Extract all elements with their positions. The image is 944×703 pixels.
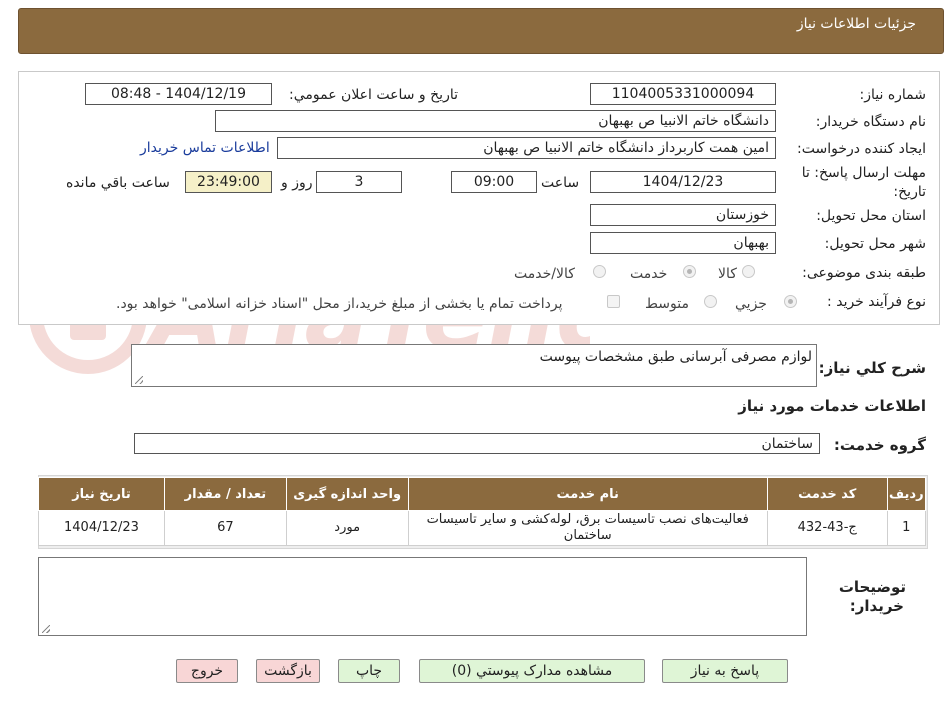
category-radio-both[interactable] xyxy=(593,265,606,278)
col-unit: واحد اندازه گيری xyxy=(285,477,409,511)
buyer-contact-link[interactable]: اطلاعات تماس خريدار xyxy=(140,140,270,156)
need-number-label: شماره نیاز: xyxy=(859,87,927,103)
remaining-time-field: 23:49:00 xyxy=(185,171,272,193)
creator-label: ايجاد کننده درخواست: xyxy=(797,141,926,157)
exit-button[interactable]: خروج xyxy=(176,659,238,683)
days-field: 3 xyxy=(316,171,402,193)
cell-name: فعالیت‌های نصب تاسیسات برق، لوله‌کشی و س… xyxy=(407,510,768,546)
buyer-org-label: نام دستگاه خريدار: xyxy=(815,114,926,130)
deadline-label-date: تاريخ: xyxy=(893,184,926,200)
services-table: رديف کد خدمت نام خدمت واحد اندازه گيری ت… xyxy=(38,477,927,546)
process-option-small: جزيي xyxy=(735,296,767,312)
buyer-notes-label-2: خريدار: xyxy=(849,597,904,615)
need-number-field: 1104005331000094 xyxy=(590,83,776,105)
service-group-field: ساختمان xyxy=(134,433,820,454)
deadline-label: مهلت ارسال پاسخ: تا xyxy=(801,165,926,181)
back-button[interactable]: بازگشت xyxy=(256,659,320,683)
resize-grip-icon[interactable] xyxy=(135,376,143,384)
city-label: شهر محل تحويل: xyxy=(824,236,926,252)
remaining-label: ساعت باقي مانده xyxy=(66,175,170,191)
announce-date-label: تاريخ و ساعت اعلان عمومي: xyxy=(289,87,458,103)
print-button[interactable]: چاپ xyxy=(338,659,400,683)
col-qty: تعداد / مقدار xyxy=(163,477,287,511)
category-radio-service[interactable] xyxy=(683,265,696,278)
deadline-date-field: 1404/12/23 xyxy=(590,171,776,193)
cell-index: 1 xyxy=(886,510,927,546)
process-option-medium: متوسط xyxy=(645,296,689,312)
cell-date: 1404/12/23 xyxy=(38,510,165,546)
treasury-payment-note: پرداخت تمام یا بخشی از مبلغ خرید،از محل … xyxy=(116,296,563,312)
category-option-both: کالا/خدمت xyxy=(514,266,575,282)
col-name: نام خدمت xyxy=(407,477,768,511)
announce-date-field: 1404/12/19 - 08:48 xyxy=(85,83,272,105)
province-field: خوزستان xyxy=(590,204,776,226)
cell-qty: 67 xyxy=(163,510,287,546)
buyer-notes-label: توضيحات xyxy=(838,578,906,596)
summary-label: شرح کلي نياز: xyxy=(818,359,926,377)
creator-field: امین همت کاربرداز دانشگاه خاتم الانبیا ص… xyxy=(277,137,776,159)
summary-textarea[interactable]: لوازم مصرفی آبرسانی طبق مشخصات پیوست xyxy=(131,344,817,387)
cell-unit: مورد xyxy=(285,510,409,546)
treasury-payment-checkbox[interactable] xyxy=(607,295,620,308)
col-code: کد خدمت xyxy=(766,477,888,511)
cell-code: ج-43-432 xyxy=(766,510,888,546)
category-label: طبقه بندی موضوعی: xyxy=(802,265,926,281)
process-radio-medium[interactable] xyxy=(704,295,717,308)
service-group-label: گروه خدمت: xyxy=(833,436,926,454)
page-title: جزئيات اطلاعات نياز xyxy=(796,16,916,32)
deadline-hour-label: ساعت xyxy=(541,175,580,191)
days-label: روز و xyxy=(281,175,313,191)
col-index: رديف xyxy=(886,477,927,511)
summary-text: لوازم مصرفی آبرسانی طبق مشخصات پیوست xyxy=(539,349,812,365)
reply-button[interactable]: پاسخ به نياز xyxy=(662,659,788,683)
view-attachments-button[interactable]: مشاهده مدارک پيوستي (0) xyxy=(419,659,645,683)
category-option-service: خدمت xyxy=(630,266,668,282)
category-option-goods: کالا xyxy=(718,266,737,282)
table-row: 1 ج-43-432 فعالیت‌های نصب تاسیسات برق، ل… xyxy=(38,510,927,546)
resize-grip-icon[interactable] xyxy=(42,625,50,633)
buyer-org-field: دانشگاه خاتم الانبیا ص بهبهان xyxy=(215,110,776,132)
buyer-notes-textarea[interactable] xyxy=(38,557,807,636)
process-label: نوع فرآيند خريد : xyxy=(827,294,926,310)
process-radio-small[interactable] xyxy=(784,295,797,308)
city-field: بهبهان xyxy=(590,232,776,254)
col-date: تاريخ نياز xyxy=(38,477,165,511)
services-section-title: اطلاعات خدمات مورد نياز xyxy=(738,397,926,415)
deadline-time-field: 09:00 xyxy=(451,171,537,193)
category-radio-goods[interactable] xyxy=(742,265,755,278)
province-label: استان محل تحويل: xyxy=(816,208,926,224)
